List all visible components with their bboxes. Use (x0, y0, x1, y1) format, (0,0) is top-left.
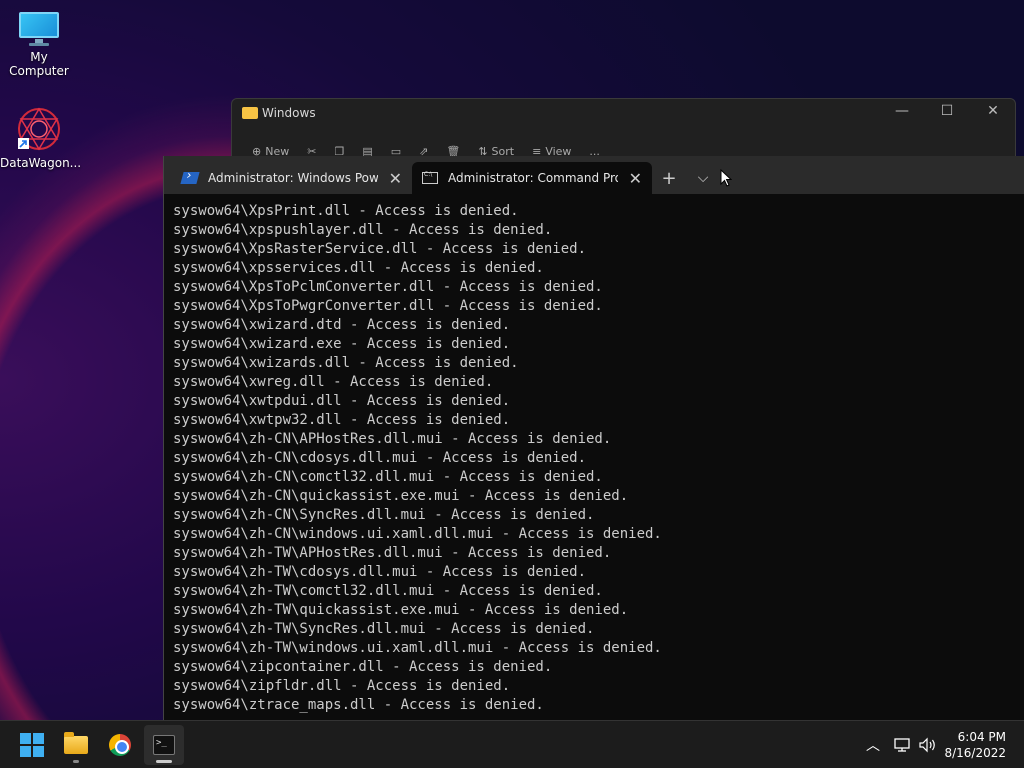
tab-bar: Administrator: Windows PowerShell ✕ Admi… (164, 156, 1024, 194)
close-tab-icon[interactable]: ✕ (389, 169, 402, 188)
monitor-icon (17, 10, 61, 46)
start-icon (20, 733, 44, 757)
tab-powershell[interactable]: Administrator: Windows PowerShell ✕ (172, 162, 412, 194)
close-icon[interactable]: ✕ (978, 103, 1008, 119)
show-hidden-icons-button[interactable]: ︿ (866, 721, 880, 768)
chevron-up-icon: ︿ (866, 738, 880, 754)
maximize-icon[interactable]: ☐ (932, 103, 962, 119)
console-output[interactable]: syswow64\XpsPrint.dll - Access is denied… (173, 202, 1018, 720)
console-line: syswow64\zh-CN\windows.ui.xaml.dll.mui -… (173, 526, 662, 542)
active-indicator (156, 760, 172, 763)
cmd-icon (422, 171, 438, 184)
terminal-icon: >_ (153, 735, 175, 755)
file-explorer-icon (64, 732, 88, 754)
console-line: syswow64\xwizards.dll - Access is denied… (173, 355, 519, 371)
tab-command-prompt[interactable]: Administrator: Command Prompt ✕ (412, 162, 652, 194)
start-button[interactable] (12, 725, 52, 765)
console-line: syswow64\zh-CN\comctl32.dll.mui - Access… (173, 469, 603, 485)
console-line: syswow64\xpspushlayer.dll - Access is de… (173, 222, 553, 238)
console-line: syswow64\zh-CN\cdosys.dll.mui - Access i… (173, 450, 587, 466)
speaker-icon (919, 737, 935, 753)
console-line: syswow64\zh-CN\APHostRes.dll.mui - Acces… (173, 431, 612, 447)
console-line: syswow64\zh-TW\cdosys.dll.mui - Access i… (173, 564, 587, 580)
close-tab-icon[interactable]: ✕ (629, 169, 642, 188)
desktop-icon-datawagon[interactable]: DataWagon... (0, 106, 82, 170)
chrome-icon (109, 734, 131, 756)
tab-dropdown-button[interactable]: ⌵ (686, 162, 720, 194)
datawagon-icon (16, 106, 62, 152)
console-line: syswow64\XpsToPclmConverter.dll - Access… (173, 279, 603, 295)
terminal-window[interactable]: Administrator: Windows PowerShell ✕ Admi… (163, 156, 1024, 720)
console-line: syswow64\zh-TW\SyncRes.dll.mui - Access … (173, 621, 595, 637)
explorer-title: Windows (262, 106, 316, 120)
console-line: syswow64\zh-CN\SyncRes.dll.mui - Access … (173, 507, 595, 523)
console-line: syswow64\zh-TW\quickassist.exe.mui - Acc… (173, 602, 629, 618)
terminal-button[interactable]: >_ (144, 725, 184, 765)
console-line: syswow64\xwtpw32.dll - Access is denied. (173, 412, 511, 428)
console-line: syswow64\zh-TW\comctl32.dll.mui - Access… (173, 583, 603, 599)
powershell-icon (180, 172, 200, 184)
clock-date: 8/16/2022 (944, 746, 1006, 760)
console-line: syswow64\XpsRasterService.dll - Access i… (173, 241, 587, 257)
tab-label: Administrator: Command Prompt (448, 171, 618, 185)
desktop-icon-my-computer[interactable]: My Computer (0, 10, 78, 78)
clock-time: 6:04 PM (957, 730, 1006, 744)
console-line: syswow64\zh-TW\APHostRes.dll.mui - Acces… (173, 545, 612, 561)
file-explorer-button[interactable] (56, 725, 96, 765)
network-icon (894, 738, 910, 752)
desktop-icon-label: My Computer (9, 50, 69, 78)
volume-button[interactable] (918, 721, 938, 768)
folder-icon (242, 107, 258, 119)
desktop-icon-label: DataWagon... (0, 156, 82, 170)
console-line: syswow64\zipcontainer.dll - Access is de… (173, 659, 553, 675)
console-line: syswow64\xpsservices.dll - Access is den… (173, 260, 544, 276)
console-line: syswow64\xwizard.dtd - Access is denied. (173, 317, 511, 333)
running-indicator (73, 760, 79, 763)
console-line: syswow64\zh-CN\quickassist.exe.mui - Acc… (173, 488, 629, 504)
console-line: syswow64\zipfldr.dll - Access is denied. (173, 678, 511, 694)
console-line: syswow64\xwizard.exe - Access is denied. (173, 336, 511, 352)
console-line: syswow64\xwreg.dll - Access is denied. (173, 374, 494, 390)
new-tab-button[interactable]: + (652, 162, 686, 194)
taskbar: >_ ︿ 6:04 PM 8/16/2022 (0, 720, 1024, 768)
console-line: syswow64\XpsToPwgrConverter.dll - Access… (173, 298, 603, 314)
console-line: syswow64\XpsPrint.dll - Access is denied… (173, 203, 519, 219)
console-line: syswow64\ztrace_maps.dll - Access is den… (173, 697, 544, 713)
console-line: syswow64\zh-TW\windows.ui.xaml.dll.mui -… (173, 640, 662, 656)
console-line: syswow64\xwtpdui.dll - Access is denied. (173, 393, 511, 409)
tab-label: Administrator: Windows PowerShell (208, 171, 378, 185)
mouse-cursor-icon (720, 162, 740, 194)
minimize-icon[interactable]: — (887, 103, 917, 119)
clock[interactable]: 6:04 PM 8/16/2022 (944, 729, 1006, 761)
chrome-button[interactable] (100, 725, 140, 765)
network-button[interactable] (894, 721, 912, 768)
